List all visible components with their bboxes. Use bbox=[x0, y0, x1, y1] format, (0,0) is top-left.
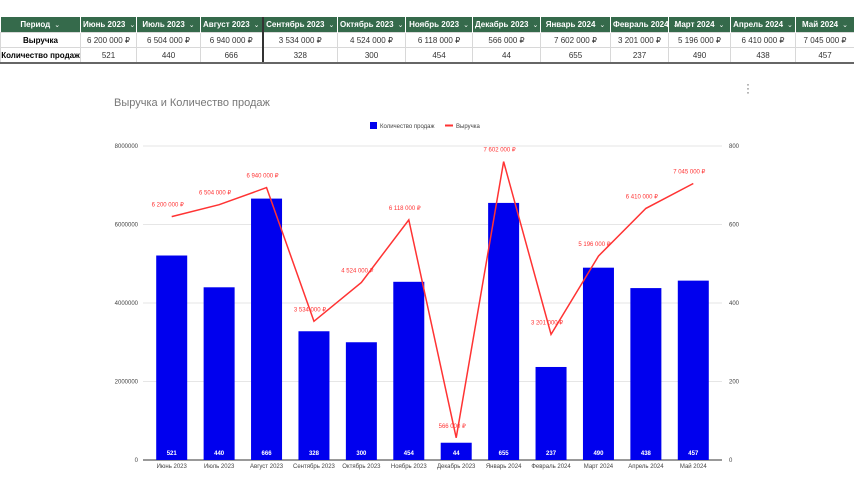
bar-label: 521 bbox=[167, 451, 178, 457]
left-axis-tick: 6000000 bbox=[115, 223, 139, 229]
bar bbox=[345, 342, 377, 460]
x-axis-tick: Октябрь 2023 bbox=[342, 464, 381, 470]
bar bbox=[203, 287, 235, 460]
x-axis-tick: Апрель 2024 bbox=[628, 464, 664, 470]
right-axis-tick: 200 bbox=[729, 380, 740, 386]
x-axis-tick: Июль 2023 bbox=[204, 464, 235, 470]
bar bbox=[582, 267, 614, 460]
right-axis-tick: 0 bbox=[729, 458, 733, 464]
x-axis-tick: Сентябрь 2023 bbox=[293, 464, 336, 470]
legend-label: Количество продаж bbox=[380, 124, 435, 130]
x-axis-tick: Май 2024 bbox=[680, 463, 707, 470]
left-axis-tick: 0 bbox=[135, 458, 139, 464]
right-axis-tick: 600 bbox=[729, 223, 740, 229]
combo-chart: 0 0 2000000 200 4000000 400 6000000 600 8000000 8… bbox=[115, 122, 740, 470]
bar-label: 440 bbox=[214, 451, 225, 457]
bar bbox=[677, 280, 709, 460]
bar bbox=[393, 281, 425, 460]
line-data-label: 6 200 000 ₽ bbox=[152, 202, 184, 209]
x-axis-tick: Январь 2024 bbox=[486, 464, 522, 470]
left-axis-tick: 8000000 bbox=[115, 144, 139, 150]
bar-label: 490 bbox=[593, 451, 604, 457]
line-data-label: 4 524 000 ₽ bbox=[341, 267, 373, 274]
line-data-label: 6 504 000 ₽ bbox=[199, 190, 231, 197]
line-data-label: 3 534 000 ₽ bbox=[294, 306, 326, 313]
bar-label: 300 bbox=[356, 451, 367, 457]
bar-label: 454 bbox=[404, 451, 415, 457]
bar bbox=[535, 366, 567, 460]
bar bbox=[488, 202, 520, 460]
x-axis-tick: Февраль 2024 bbox=[531, 464, 571, 470]
right-axis-tick: 800 bbox=[729, 144, 740, 150]
bar bbox=[156, 255, 188, 460]
bar-label: 237 bbox=[546, 451, 557, 457]
x-axis-tick: Август 2023 bbox=[250, 464, 284, 470]
bar-label: 457 bbox=[688, 451, 699, 457]
line-data-label: 5 196 000 ₽ bbox=[578, 241, 610, 248]
line-data-label: 6 118 000 ₽ bbox=[389, 205, 421, 212]
legend-swatch-line bbox=[445, 124, 453, 127]
revenue-line bbox=[171, 161, 694, 438]
legend-label: Выручка bbox=[456, 124, 480, 130]
legend-swatch-bar bbox=[370, 122, 377, 129]
bar bbox=[251, 198, 283, 460]
left-axis-tick: 4000000 bbox=[115, 301, 139, 307]
bar bbox=[630, 288, 662, 460]
x-axis-tick: Июнь 2023 bbox=[157, 464, 188, 470]
bar-label: 328 bbox=[309, 451, 320, 457]
bar-label: 666 bbox=[262, 451, 273, 457]
x-axis-tick: Март 2024 bbox=[584, 464, 614, 470]
line-data-label: 566 000 ₽ bbox=[439, 423, 466, 430]
x-axis-tick: Ноябрь 2023 bbox=[391, 464, 427, 470]
right-axis-tick: 400 bbox=[729, 301, 740, 307]
line-data-label: 7 602 000 ₽ bbox=[484, 147, 516, 154]
line-data-label: 6 410 000 ₽ bbox=[626, 193, 658, 200]
line-data-label: 6 940 000 ₽ bbox=[246, 173, 278, 180]
x-axis-tick: Декабрь 2023 bbox=[437, 464, 476, 470]
bar-label: 44 bbox=[453, 451, 460, 457]
line-data-label: 7 045 000 ₽ bbox=[673, 168, 705, 175]
bar-label: 655 bbox=[499, 451, 510, 457]
bar bbox=[298, 331, 330, 460]
line-data-label: 3 201 000 ₽ bbox=[531, 319, 563, 326]
bar-label: 438 bbox=[641, 451, 652, 457]
left-axis-tick: 2000000 bbox=[115, 380, 139, 386]
